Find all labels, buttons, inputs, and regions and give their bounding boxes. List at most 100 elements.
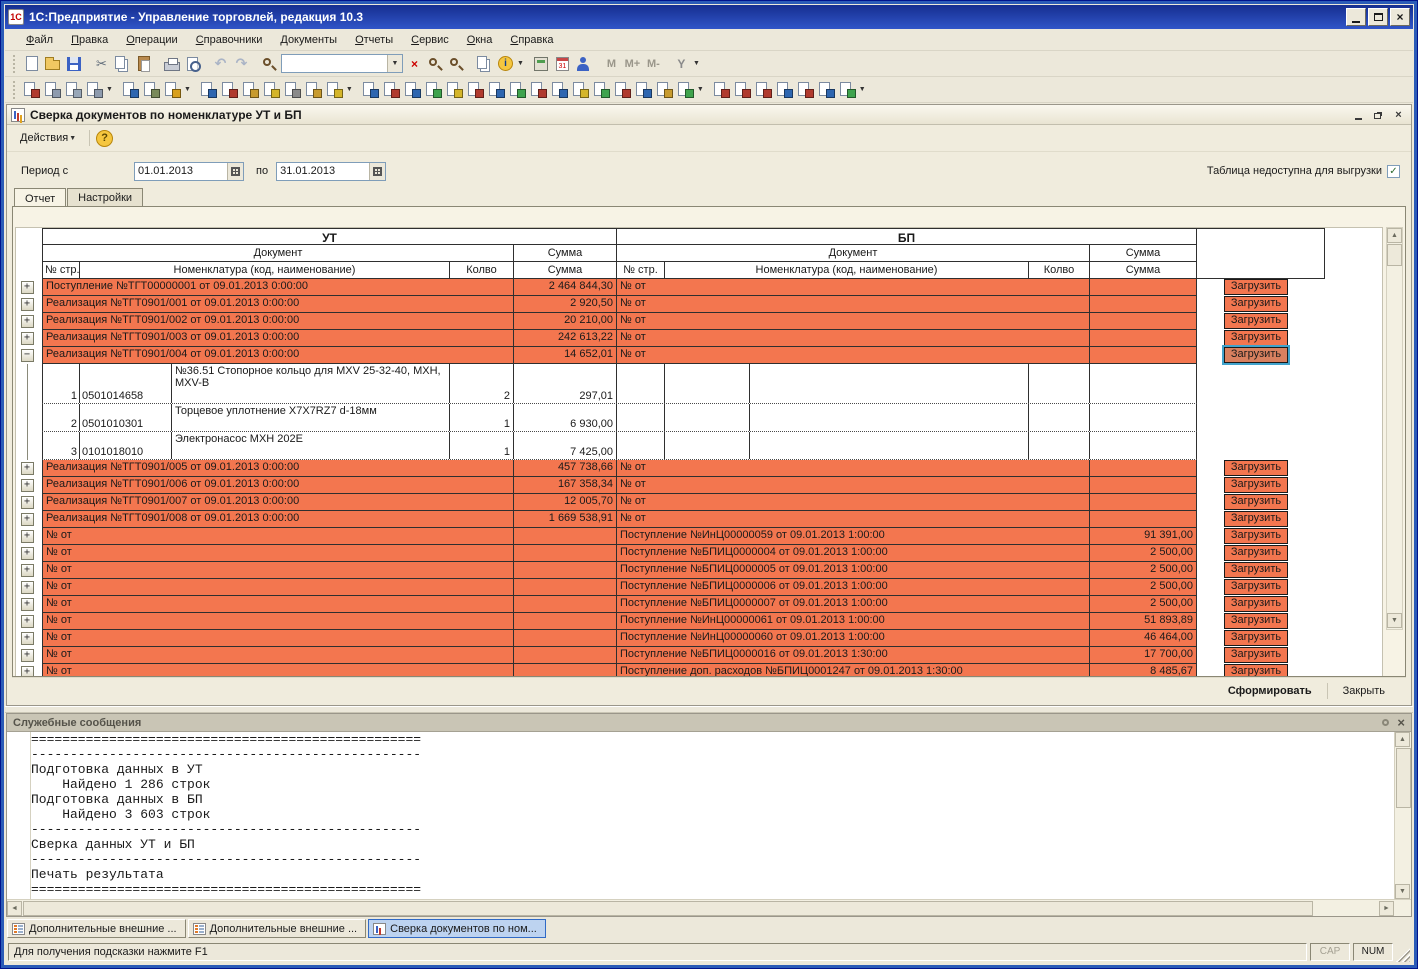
ut-sum-cell[interactable]: 7 425,00 — [514, 432, 617, 459]
save-icon[interactable] — [63, 54, 84, 74]
bp-sum-cell[interactable]: 2 500,00 — [1090, 579, 1197, 595]
toolbar-grip[interactable] — [13, 81, 16, 99]
bp-document-cell[interactable]: Поступление №БПИЦ0000007 от 09.01.2013 1… — [617, 596, 1090, 612]
load-button[interactable]: Загрузить — [1224, 313, 1288, 329]
paste-icon[interactable] — [133, 54, 154, 74]
close-messages-icon[interactable]: × — [1397, 715, 1405, 730]
ut-document-cell[interactable]: Реализация №ТГТ0901/005 от 09.01.2013 0:… — [42, 460, 514, 476]
bp-code-cell[interactable] — [665, 432, 750, 459]
bp-sum-cell[interactable]: 2 500,00 — [1090, 545, 1197, 561]
ut-sum-cell[interactable] — [514, 528, 617, 544]
bp-document-cell[interactable]: № от — [617, 330, 1090, 346]
panel-splitter[interactable] — [5, 706, 1413, 713]
toolbar2-icon-1-1[interactable] — [141, 80, 162, 100]
find-combobox[interactable]: ▼ — [281, 54, 403, 73]
ut-qty-cell[interactable]: 2 — [450, 364, 514, 403]
bp-document-cell[interactable]: № от — [617, 313, 1090, 329]
menu-Отчеты[interactable]: Отчеты — [346, 31, 402, 49]
toolbar2-icon-4-0[interactable] — [711, 80, 732, 100]
load-button[interactable]: Загрузить — [1224, 579, 1288, 595]
clear-search-icon[interactable]: × — [404, 54, 425, 74]
generate-button[interactable]: Сформировать — [1217, 681, 1323, 701]
bp-sum-cell[interactable]: 91 391,00 — [1090, 528, 1197, 544]
service-settings-icon[interactable]: Y — [671, 54, 692, 74]
bp-rownum-cell[interactable] — [617, 364, 665, 403]
bp-sum-cell[interactable] — [1090, 347, 1197, 363]
ut-sum-cell[interactable]: 297,01 — [514, 364, 617, 403]
find-previous-icon[interactable] — [425, 54, 446, 74]
bp-document-cell[interactable]: Поступление доп. расходов №БПИЦ0001247 о… — [617, 664, 1090, 677]
toolbar2-icon-0-1[interactable] — [42, 80, 63, 100]
scrollbar-thumb[interactable] — [1396, 748, 1411, 808]
toolbar2-icon-3-10[interactable] — [570, 80, 591, 100]
load-button[interactable]: Загрузить — [1224, 630, 1288, 646]
expand-toggle-button[interactable]: + — [21, 598, 34, 611]
ut-sum-cell[interactable]: 1 669 538,91 — [514, 511, 617, 527]
toolbar2-icon-2-1[interactable] — [219, 80, 240, 100]
ut-document-cell[interactable]: Реализация №ТГТ0901/007 от 09.01.2013 0:… — [42, 494, 514, 510]
toolbar2-icon-0-0[interactable] — [21, 80, 42, 100]
bp-sum-cell[interactable] — [1090, 494, 1197, 510]
ut-code-cell[interactable]: 0501010301 — [80, 404, 172, 431]
report-minimize-button[interactable] — [1350, 107, 1367, 122]
expand-toggle-button[interactable]: + — [21, 513, 34, 526]
load-button[interactable]: Загрузить — [1224, 562, 1288, 578]
ut-document-cell[interactable]: Реализация №ТГТ0901/003 от 09.01.2013 0:… — [42, 330, 514, 346]
scroll-up-arrow-icon[interactable]: ▲ — [1395, 732, 1410, 747]
print-icon[interactable] — [161, 54, 182, 74]
ut-rownum-cell[interactable]: 2 — [42, 404, 80, 431]
bp-sum-cell[interactable]: 17 700,00 — [1090, 647, 1197, 663]
ut-sum-cell[interactable] — [514, 664, 617, 677]
load-button[interactable]: Загрузить — [1224, 296, 1288, 312]
menu-Документы[interactable]: Документы — [271, 31, 346, 49]
expand-toggle-button[interactable]: + — [21, 649, 34, 662]
report-restore-button[interactable] — [1370, 107, 1387, 122]
load-button[interactable]: Загрузить — [1224, 596, 1288, 612]
bp-document-cell[interactable]: Поступление №ИнЦ00000059 от 09.01.2013 1… — [617, 528, 1090, 544]
menu-Файл[interactable]: Файл — [17, 31, 62, 49]
new-document-icon[interactable] — [21, 54, 42, 74]
bp-rownum-cell[interactable] — [617, 404, 665, 431]
bp-code-cell[interactable] — [665, 364, 750, 403]
expand-toggle-button[interactable]: + — [21, 315, 34, 328]
toolbar2-icon-3-7[interactable] — [507, 80, 528, 100]
ut-document-cell[interactable]: Реализация №ТГТ0901/008 от 09.01.2013 0:… — [42, 511, 514, 527]
toolbar2-icon-2-5[interactable] — [303, 80, 324, 100]
bp-document-cell[interactable]: Поступление №ИнЦ00000061 от 09.01.2013 1… — [617, 613, 1090, 629]
ut-sum-cell[interactable] — [514, 545, 617, 561]
bp-document-cell[interactable]: Поступление №БПИЦ0000016 от 09.01.2013 1… — [617, 647, 1090, 663]
ut-qty-cell[interactable]: 1 — [450, 432, 514, 459]
bp-qty-cell[interactable] — [1029, 364, 1090, 403]
scroll-up-arrow-icon[interactable]: ▲ — [1387, 228, 1402, 243]
ut-qty-cell[interactable]: 1 — [450, 404, 514, 431]
redo-icon[interactable]: ↷ — [231, 54, 252, 74]
ut-sum-cell[interactable]: 20 210,00 — [514, 313, 617, 329]
ut-document-cell[interactable]: № от — [42, 596, 514, 612]
toolbar2-icon-3-14[interactable] — [654, 80, 675, 100]
ut-document-cell[interactable]: № от — [42, 647, 514, 663]
bp-name-cell[interactable] — [750, 364, 1029, 403]
bp-document-cell[interactable]: Поступление №БПИЦ0000006 от 09.01.2013 1… — [617, 579, 1090, 595]
scrollbar-thumb[interactable] — [23, 901, 1313, 916]
chevron-down-icon[interactable]: ▼ — [346, 86, 353, 93]
calendar-icon[interactable]: 31 — [552, 54, 573, 74]
bp-document-cell[interactable]: № от — [617, 347, 1090, 363]
bp-document-cell[interactable]: Поступление №БПИЦ0000004 от 09.01.2013 1… — [617, 545, 1090, 561]
bp-sum-cell[interactable] — [1090, 330, 1197, 346]
menu-Операции[interactable]: Операции — [117, 31, 186, 49]
resize-grip[interactable] — [1396, 948, 1410, 962]
copy-icon[interactable] — [112, 54, 133, 74]
bp-sum-cell[interactable]: 46 464,00 — [1090, 630, 1197, 646]
load-button[interactable]: Загрузить — [1224, 511, 1288, 527]
ut-document-cell[interactable]: № от — [42, 528, 514, 544]
bp-sum-cell[interactable] — [1090, 511, 1197, 527]
scroll-left-arrow-icon[interactable]: ◄ — [7, 901, 22, 916]
ut-name-cell[interactable]: №36.51 Стопорное кольцо для MXV 25-32-40… — [172, 364, 450, 403]
load-button[interactable]: Загрузить — [1224, 545, 1288, 561]
bp-sum-cell[interactable] — [1090, 460, 1197, 476]
menu-Окна[interactable]: Окна — [458, 31, 502, 49]
toolbar-grip[interactable] — [13, 55, 16, 73]
ut-sum-cell[interactable] — [514, 647, 617, 663]
expand-toggle-button[interactable]: + — [21, 281, 34, 294]
expand-toggle-button[interactable]: + — [21, 332, 34, 345]
